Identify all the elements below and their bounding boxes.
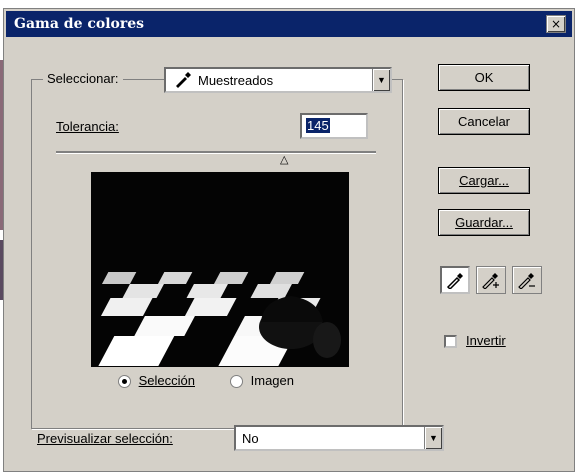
- select-label: Seleccionar:: [43, 71, 123, 86]
- eyedropper-minus-icon: [518, 273, 535, 289]
- eyedropper-icon: [166, 72, 192, 88]
- eyedropper-tool[interactable]: [440, 266, 470, 294]
- radio-imagen-label: Imagen: [250, 373, 294, 388]
- title-bar[interactable]: Gama de colores ×: [6, 11, 572, 37]
- eyedropper-icon: [446, 273, 463, 289]
- tolerance-slider-track[interactable]: [56, 151, 376, 154]
- preview-select-label: Previsualizar selección:: [37, 431, 173, 446]
- tolerance-label: Tolerancia:: [56, 119, 119, 134]
- save-button[interactable]: Guardar...: [438, 209, 530, 236]
- radio-seleccion[interactable]: Selección: [118, 373, 195, 389]
- preview-value: No: [242, 430, 259, 446]
- tolerance-input[interactable]: 145: [300, 113, 368, 139]
- radio-button[interactable]: [230, 375, 243, 389]
- close-button[interactable]: ×: [546, 15, 566, 33]
- select-dropdown[interactable]: Muestreados ▼: [164, 67, 392, 93]
- eyedropper-plus-icon: [482, 273, 499, 289]
- dialog-title: Gama de colores: [14, 16, 145, 32]
- preview-dropdown[interactable]: No ▼: [234, 425, 444, 451]
- chevron-down-icon[interactable]: ▼: [424, 427, 442, 449]
- tolerance-slider-thumb[interactable]: △: [280, 153, 288, 166]
- load-button[interactable]: Cargar...: [438, 167, 530, 194]
- tolerance-value: 145: [306, 118, 330, 133]
- radio-button[interactable]: [118, 375, 131, 389]
- chevron-down-icon[interactable]: ▼: [372, 69, 390, 91]
- invert-checkbox[interactable]: [444, 335, 457, 348]
- radio-seleccion-label: Selección: [138, 373, 195, 388]
- ok-button[interactable]: OK: [438, 64, 530, 91]
- selection-preview: [91, 172, 349, 367]
- eyedropper-plus-tool[interactable]: [476, 266, 506, 294]
- select-value: Muestreados: [198, 72, 274, 88]
- invert-label: Invertir: [466, 333, 506, 348]
- cancel-button[interactable]: Cancelar: [438, 108, 530, 135]
- eyedropper-minus-tool[interactable]: [512, 266, 542, 294]
- radio-imagen[interactable]: Imagen: [230, 373, 294, 389]
- color-range-dialog: Gama de colores × Seleccionar: Muestread…: [3, 8, 575, 472]
